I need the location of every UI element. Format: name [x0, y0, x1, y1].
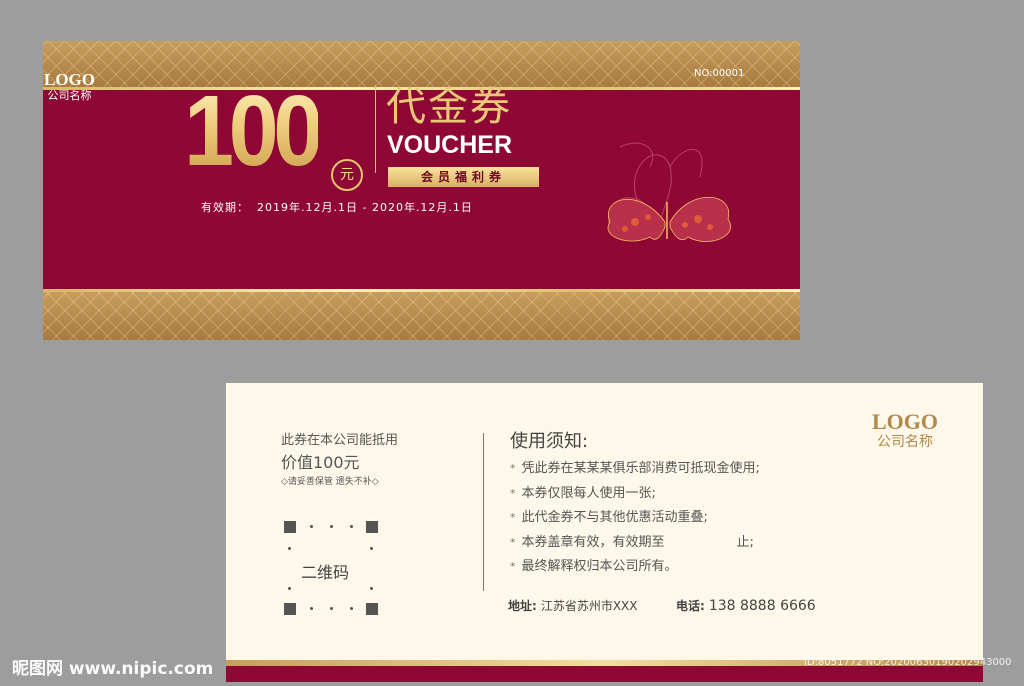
company-name: 公司名称	[47, 89, 92, 102]
value-text: 价值100元	[281, 453, 360, 472]
front-logo: LOGO 公司名称	[44, 71, 95, 103]
qr-corner-icon	[366, 521, 378, 533]
asterisk-icon: *	[510, 560, 516, 574]
asterisk-icon: *	[510, 486, 516, 500]
qr-dot	[370, 547, 373, 550]
qr-dot	[330, 607, 333, 610]
qr-dot	[288, 587, 291, 590]
back-divider	[483, 433, 484, 591]
voucher-back: 此券在本公司能抵用 价值100元 ◇请妥善保管 遗失不补◇ 二维码 使用须知: …	[226, 383, 983, 682]
logo-text: LOGO	[44, 70, 96, 89]
notice-item-text: 最终解释权归本公司所有。	[521, 559, 678, 575]
notice-item-tail: 止;	[736, 534, 754, 550]
notice-item: * 此代金券不与其他优惠活动重叠;	[510, 506, 760, 531]
validity-label: 有效期：	[201, 201, 249, 214]
address-label: 地址:	[508, 599, 537, 613]
asterisk-icon: *	[510, 535, 516, 549]
notice-item-text: 本券盖章有效，有效期至	[521, 534, 665, 550]
qr-dot	[310, 525, 313, 528]
watermark-left: 昵图网 www.nipic.com	[12, 659, 214, 679]
notice-item-text: 本券仅限每人使用一张;	[521, 485, 656, 501]
logo-text: LOGO	[872, 409, 939, 434]
phone: 电话: 138 8888 6666	[676, 597, 816, 614]
qr-dot	[310, 607, 313, 610]
company-name: 公司名称	[877, 434, 933, 450]
qr-label: 二维码	[301, 563, 350, 582]
notice-item: * 最终解释权归本公司所有。	[510, 555, 760, 580]
validity-value: 2019年.12月.1日 - 2020年.12月.1日	[257, 201, 473, 214]
qr-dot	[370, 587, 373, 590]
qr-dot	[350, 607, 353, 610]
top-gold-band	[43, 41, 800, 87]
validity-period: 有效期： 2019年.12月.1日 - 2020年.12月.1日	[201, 199, 481, 215]
notice-list: * 凭此券在某某某俱乐部消费可抵现金使用; * 本券仅限每人使用一张; * 此代金券不…	[510, 457, 760, 580]
back-red-bar	[226, 666, 983, 682]
asterisk-icon: *	[510, 511, 516, 525]
notice-item: * 本券盖章有效，有效期至 止;	[510, 531, 760, 556]
qr-code-placeholder: 二维码	[284, 521, 378, 615]
qr-dot	[330, 525, 333, 528]
notice-item-text: 此代金券不与其他优惠活动重叠;	[521, 510, 708, 526]
notice-item: * 本券仅限每人使用一张;	[510, 482, 760, 507]
butterfly-ornament	[607, 142, 731, 242]
title-divider	[375, 85, 376, 173]
bottom-gold-band	[43, 292, 800, 340]
keep-note: ◇请妥善保管 遗失不补◇	[281, 477, 379, 487]
qr-corner-icon	[366, 603, 378, 615]
offset-text: 此券在本公司能抵用	[281, 433, 399, 448]
address: 地址: 江苏省苏州市XXX	[508, 597, 637, 614]
phone-value: 138 8888 6666	[708, 598, 816, 614]
watermark-right: ID:8051772 NO:20200630190202943000	[804, 657, 1012, 668]
voucher-amount: 100	[184, 75, 323, 187]
voucher-title-en: VOUCHER	[387, 131, 513, 159]
asterisk-icon: *	[510, 462, 516, 475]
address-value: 江苏省苏州市XXX	[540, 599, 638, 613]
qr-corner-icon	[284, 603, 296, 615]
notice-item: * 凭此券在某某某俱乐部消费可抵现金使用;	[510, 457, 760, 482]
member-badge: 会员福利券	[388, 167, 539, 187]
qr-corner-icon	[284, 521, 296, 533]
qr-dot	[350, 525, 353, 528]
notice-item-text: 凭此券在某某某俱乐部消费可抵现金使用;	[521, 461, 760, 476]
currency-unit: 元	[331, 159, 363, 191]
notice-title: 使用须知:	[510, 431, 589, 452]
qr-dot	[288, 547, 291, 550]
back-logo: LOGO 公司名称	[872, 409, 939, 451]
serial-number: NO:00001	[694, 68, 745, 79]
phone-label: 电话:	[676, 599, 705, 613]
voucher-title-cn: 代金券	[386, 84, 512, 130]
